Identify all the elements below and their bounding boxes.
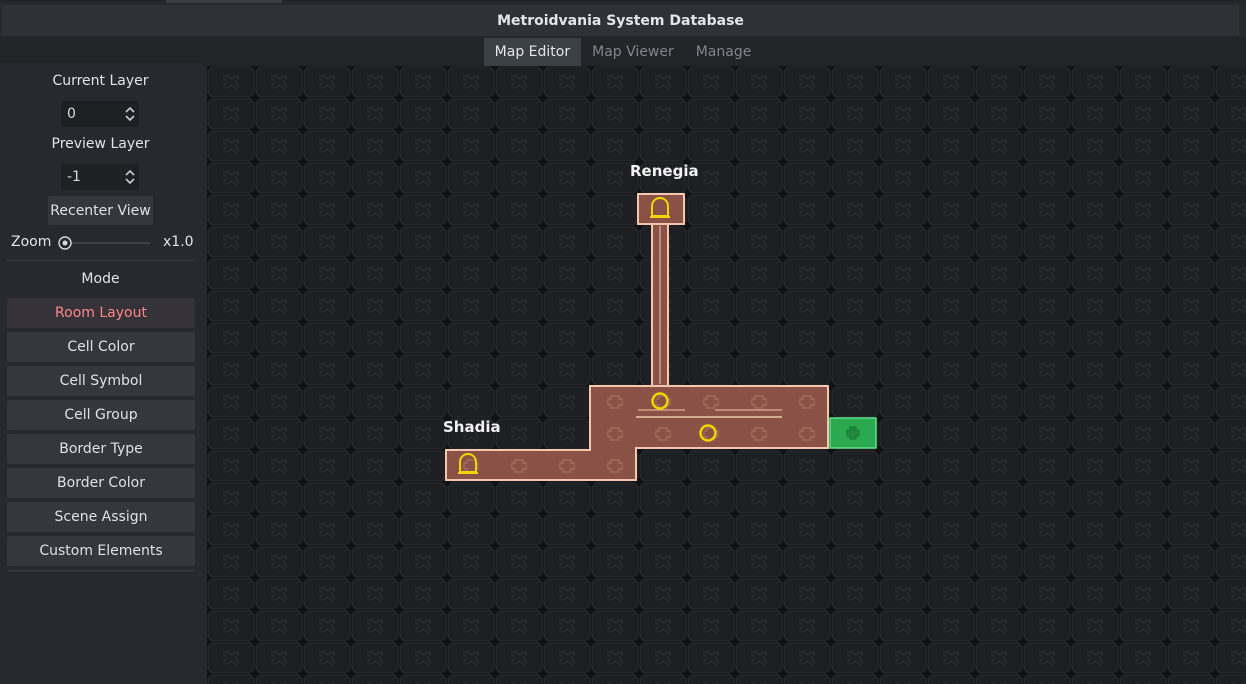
preview-layer-spinbox[interactable]: -1 xyxy=(61,164,139,190)
zoom-slider-handle[interactable] xyxy=(58,236,72,250)
zoom-slider-track[interactable] xyxy=(60,242,150,244)
mode-border-color-button[interactable]: Border Color xyxy=(7,468,195,498)
room-renegia-corridor[interactable] xyxy=(651,223,669,387)
mode-scene-assign-button[interactable]: Scene Assign xyxy=(7,502,195,532)
preview-layer-label: Preview Layer xyxy=(51,136,150,152)
mode-custom-elements-button[interactable]: Custom Elements xyxy=(7,536,195,566)
tab-map-editor[interactable]: Map Editor xyxy=(483,38,582,66)
current-layer-value: 0 xyxy=(67,106,76,122)
room-label-shadia: Shadia xyxy=(443,418,501,436)
tab-map-viewer[interactable]: Map Viewer xyxy=(581,38,685,66)
mode-cell-group-button[interactable]: Cell Group xyxy=(7,400,195,430)
mode-cell-symbol-button[interactable]: Cell Symbol xyxy=(7,366,195,396)
preview-layer-value: -1 xyxy=(67,169,81,185)
tab-bar: Map Editor Map Viewer Manage xyxy=(0,37,1246,66)
mode-label: Mode xyxy=(81,271,120,287)
map-canvas[interactable]: Renegia Shadia xyxy=(207,66,1246,684)
zoom-value: x1.0 xyxy=(163,234,194,250)
current-layer-spinbox[interactable]: 0 xyxy=(61,101,139,127)
current-layer-label: Current Layer xyxy=(52,73,149,89)
recenter-view-button[interactable]: Recenter View xyxy=(48,196,153,225)
divider xyxy=(7,570,195,571)
sidebar: Current Layer 0 Preview Layer -1 Recente… xyxy=(0,63,202,681)
window-title: Metroidvania System Database xyxy=(2,5,1239,36)
map-grid[interactable] xyxy=(207,66,1246,684)
mode-cell-color-button[interactable]: Cell Color xyxy=(7,332,195,362)
divider xyxy=(7,260,195,261)
room-label-renegia: Renegia xyxy=(630,162,699,180)
zoom-label: Zoom xyxy=(11,234,52,250)
spin-arrows-icon[interactable] xyxy=(124,168,136,186)
spin-arrows-icon[interactable] xyxy=(124,105,136,123)
tab-manage[interactable]: Manage xyxy=(685,38,763,66)
mode-border-type-button[interactable]: Border Type xyxy=(7,434,195,464)
map-grid-cells xyxy=(207,66,1246,684)
mode-room-layout-button[interactable]: Room Layout xyxy=(7,298,195,328)
